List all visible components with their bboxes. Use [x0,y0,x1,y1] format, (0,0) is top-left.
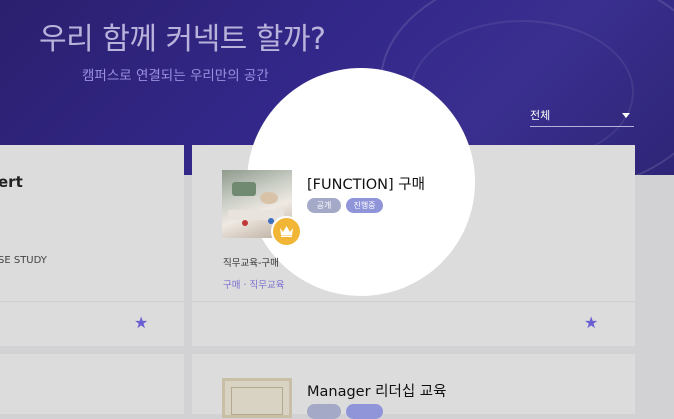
filter-select[interactable]: 전체 [530,106,634,127]
status-badge-public: 공개 [307,198,341,213]
card-thumbnail [222,378,292,418]
card-subtitle: SE STUDY [0,255,47,266]
hero-title: 우리 함께 커넥트 할까? [39,22,326,57]
chevron-down-icon [622,113,630,118]
card-title[interactable]: [FUNCTION] 구매 [307,173,425,194]
community-card[interactable] [0,354,184,414]
card-footer [0,301,184,302]
card-title: ert [0,173,23,191]
status-badge [307,404,341,419]
status-badge [346,404,383,419]
card-footer [192,301,635,302]
crown-icon [271,216,302,247]
card-category: 직무교육-구매 [223,258,279,269]
card-tags[interactable]: 구매 · 직무교육 [223,277,285,291]
status-badge-in-progress: 진행중 [346,198,383,213]
card-title[interactable]: Manager 리더십 교육 [307,380,446,401]
star-icon[interactable]: ★ [584,315,598,331]
filter-selected-value: 전체 [530,109,551,122]
star-icon[interactable]: ★ [134,315,148,331]
hero-subtitle: 캠퍼스로 연결되는 우리만의 공간 [82,68,269,84]
community-card[interactable]: ert SE STUDY ★ [0,145,184,346]
